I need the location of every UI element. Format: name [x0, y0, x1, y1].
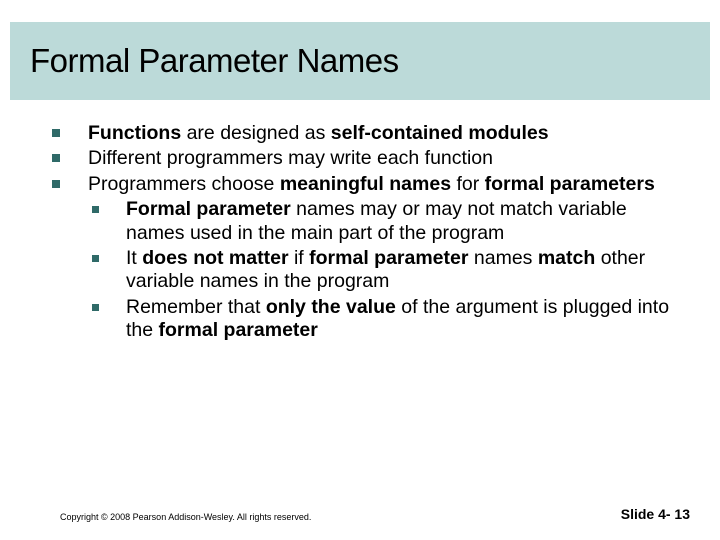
text: Different programmers may write each fun…: [88, 147, 493, 169]
slide-number: Slide 4- 13: [621, 506, 690, 522]
sub-bullet-item: It does not matter if formal parameter n…: [88, 247, 680, 294]
text-bold: Formal parameter: [126, 198, 291, 220]
text-bold: formal parameter: [309, 247, 468, 269]
text-bold: formal parameter: [159, 319, 318, 341]
sub-bullet-item: Formal parameter names may or may not ma…: [88, 198, 680, 245]
text-bold: does not matter: [142, 247, 288, 269]
text: names: [468, 247, 537, 269]
copyright-text: Copyright © 2008 Pearson Addison-Wesley.…: [60, 512, 311, 522]
text-bold: only the value: [266, 296, 396, 318]
title-band: Formal Parameter Names: [10, 22, 710, 100]
text: for: [451, 173, 485, 195]
footer: Copyright © 2008 Pearson Addison-Wesley.…: [60, 506, 690, 522]
bullet-list: Functions are designed as self-contained…: [50, 122, 680, 343]
text: Programmers choose: [88, 173, 280, 195]
text: if: [289, 247, 310, 269]
text-bold: meaningful names: [280, 173, 451, 195]
bullet-item: Functions are designed as self-contained…: [50, 122, 680, 145]
sub-bullet-list: Formal parameter names may or may not ma…: [88, 198, 680, 342]
text-bold: Functions: [88, 122, 181, 144]
sub-bullet-item: Remember that only the value of the argu…: [88, 296, 680, 343]
text-bold: formal parameters: [485, 173, 655, 195]
bullet-item: Different programmers may write each fun…: [50, 147, 680, 170]
text-bold: self-contained modules: [331, 122, 549, 144]
slide-content: Functions are designed as self-contained…: [50, 122, 680, 345]
slide-title: Formal Parameter Names: [30, 42, 399, 80]
text: Remember that: [126, 296, 266, 318]
text-bold: match: [538, 247, 595, 269]
text: It: [126, 247, 142, 269]
bullet-item: Programmers choose meaningful names for …: [50, 173, 680, 343]
text: are designed as: [181, 122, 331, 144]
